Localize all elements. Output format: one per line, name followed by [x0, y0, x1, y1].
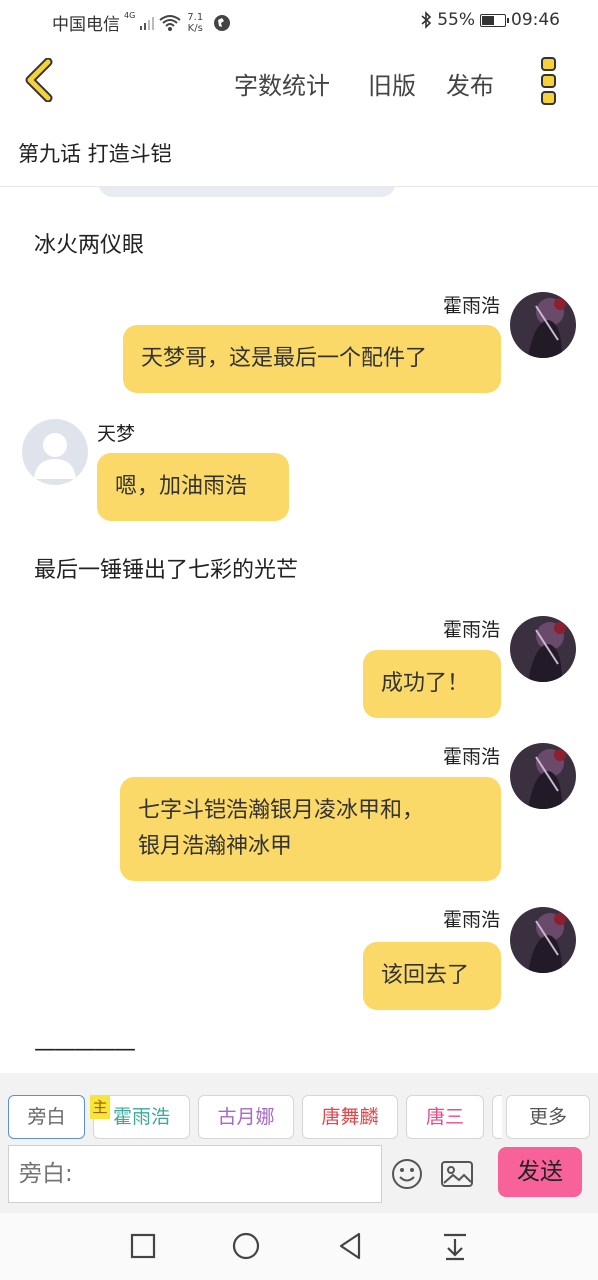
send-button[interactable]: 发送: [498, 1147, 582, 1197]
emoji-button[interactable]: [390, 1157, 424, 1191]
image-icon: [441, 1161, 473, 1187]
battery-level: [482, 15, 494, 25]
speaker-name: 霍雨浩: [442, 746, 500, 768]
battery-percent: 55%: [437, 10, 475, 30]
narration-text[interactable]: —————: [34, 1037, 136, 1062]
carrier-label: 中国电信: [52, 15, 120, 35]
status-right: 55% 09:46: [420, 10, 560, 30]
avatar-image-icon: [510, 616, 576, 682]
role-button-partial[interactable]: [492, 1095, 502, 1139]
message-bubble[interactable]: 嗯，加油雨浩: [97, 453, 289, 521]
system-nav-bar: [0, 1213, 598, 1280]
avatar-image-icon: [510, 907, 576, 973]
narration-text[interactable]: 冰火两仪眼: [34, 227, 144, 259]
avatar-huo-yuhao[interactable]: [510, 743, 576, 809]
network-speed: 7.1 K/s: [187, 12, 203, 34]
speed-value: 7.1: [187, 11, 204, 23]
input-panel: 旁白 霍雨浩 主 古月娜 唐舞麟 唐三 更多 发送: [0, 1073, 598, 1213]
previous-message-stub: [98, 187, 396, 197]
message-line: 银月浩瀚神冰甲: [138, 834, 293, 859]
circle-icon: [232, 1232, 260, 1260]
notification-pull-button[interactable]: [440, 1231, 470, 1261]
pull-down-icon: [444, 1233, 466, 1261]
avatar-image-icon: [510, 292, 576, 358]
status-left: 中国电信 4G 7.1 K/s: [52, 10, 231, 35]
wifi-icon: [159, 14, 181, 31]
chapter-title: 第九话 打造斗铠: [18, 142, 172, 166]
square-icon: [130, 1233, 156, 1259]
speed-unit: K/s: [187, 22, 203, 34]
role-button-narrator[interactable]: 旁白: [8, 1095, 85, 1139]
speaker-name: 天梦: [97, 423, 136, 445]
speaker-name: 霍雨浩: [442, 619, 500, 641]
speaker-name: 霍雨浩: [442, 295, 500, 317]
clock: 09:46: [511, 10, 560, 30]
top-bar: 字数统计 旧版 发布: [0, 44, 598, 120]
smiley-icon: [392, 1159, 422, 1189]
signal-icon: [140, 16, 155, 30]
message-bubble[interactable]: 天梦哥，这是最后一个配件了: [123, 325, 501, 393]
old-version-button[interactable]: 旧版: [368, 66, 416, 101]
more-roles-button[interactable]: 更多: [506, 1095, 590, 1139]
chat-area[interactable]: 冰火两仪眼 霍雨浩 天梦哥，这是最后一个配件了 天梦 嗯，加油雨浩 最后一锤锤出…: [0, 187, 598, 1073]
message-bubble[interactable]: 七字斗铠浩瀚银月凌冰甲和， 银月浩瀚神冰甲: [120, 777, 501, 881]
avatar-huo-yuhao[interactable]: [510, 616, 576, 682]
role-button-tang-san[interactable]: 唐三: [406, 1095, 484, 1139]
role-button-gu-yuena[interactable]: 古月娜: [198, 1095, 294, 1139]
message-line: 七字斗铠浩瀚银月凌冰甲和，: [138, 798, 425, 823]
role-button-tang-wulin[interactable]: 唐舞麟: [302, 1095, 398, 1139]
status-bar: 中国电信 4G 7.1 K/s 55% 09:46: [0, 0, 598, 44]
more-menu-button[interactable]: [538, 56, 560, 106]
recent-apps-button[interactable]: [128, 1231, 158, 1261]
battery-icon: [480, 13, 509, 27]
chevron-left-icon: [25, 57, 53, 103]
back-button[interactable]: [22, 57, 62, 103]
back-nav-button[interactable]: [336, 1231, 366, 1261]
avatar-huo-yuhao[interactable]: [510, 292, 576, 358]
globe-icon: [214, 14, 231, 31]
default-avatar-icon: [22, 419, 88, 485]
publish-button[interactable]: 发布: [446, 66, 494, 101]
narration-text[interactable]: 最后一锤锤出了七彩的光芒: [34, 552, 298, 584]
main-character-tag: 主: [90, 1095, 110, 1119]
triangle-back-icon: [339, 1232, 361, 1260]
bluetooth-icon: [421, 11, 432, 29]
message-bubble[interactable]: 成功了！: [363, 650, 501, 718]
speaker-name: 霍雨浩: [442, 909, 500, 931]
avatar-tian-meng[interactable]: [22, 419, 88, 485]
vertical-dots-icon: [541, 57, 556, 105]
word-count-button[interactable]: 字数统计: [234, 66, 330, 101]
message-input[interactable]: [8, 1145, 382, 1203]
avatar-huo-yuhao[interactable]: [510, 907, 576, 973]
network-type: 4G: [124, 11, 136, 20]
message-bubble[interactable]: 该回去了: [363, 942, 501, 1010]
image-button[interactable]: [440, 1159, 474, 1189]
home-button[interactable]: [231, 1231, 261, 1261]
avatar-image-icon: [510, 743, 576, 809]
